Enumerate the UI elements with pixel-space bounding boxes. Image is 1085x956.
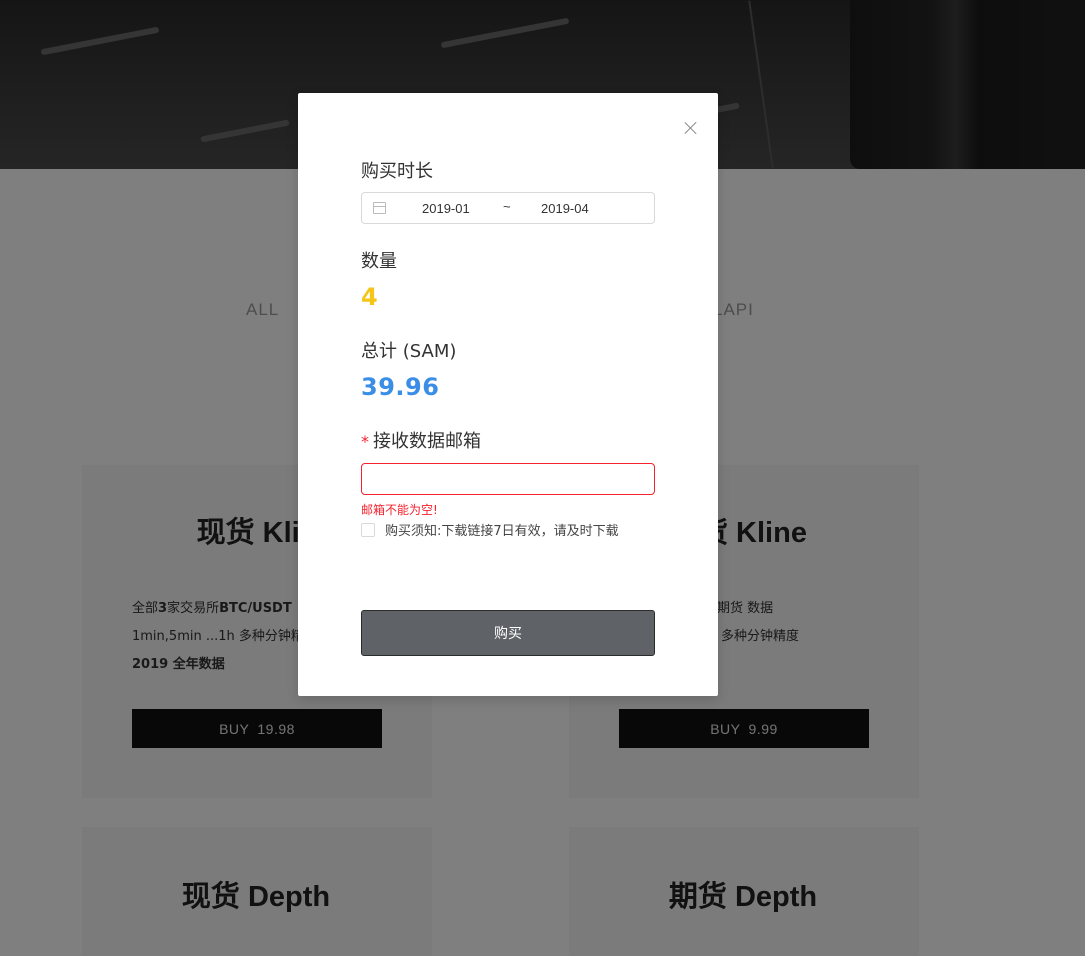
purchase-modal: 购买时长 2019-01 ~ 2019-04 数量 4 总计 (SAM) 39.… xyxy=(298,93,718,696)
agreement-checkbox[interactable]: 购买须知:下载链接7日有效，请及时下载 xyxy=(361,520,619,539)
email-label-text: 接收数据邮箱 xyxy=(373,431,481,452)
checkbox-box[interactable] xyxy=(361,522,375,537)
purchase-button[interactable]: 购买 xyxy=(361,610,655,656)
email-error: 邮箱不能为空! xyxy=(361,503,438,517)
page: ALL LAPI 现货 Klin 全部3家交易所BTC/USDT 1min,5m… xyxy=(0,0,1085,956)
agreement-text: 购买须知:下载链接7日有效，请及时下载 xyxy=(385,524,619,539)
quantity-value: 4 xyxy=(361,283,378,311)
range-end[interactable]: 2019-04 xyxy=(541,201,589,216)
total-value: 39.96 xyxy=(361,373,440,401)
total-label: 总计 (SAM) xyxy=(361,341,457,362)
quantity-label: 数量 xyxy=(361,251,397,272)
email-field[interactable] xyxy=(361,463,655,495)
calendar-icon xyxy=(373,202,386,214)
email-label: * 接收数据邮箱 xyxy=(361,427,481,453)
close-icon[interactable] xyxy=(684,121,698,135)
date-range-picker[interactable]: 2019-01 ~ 2019-04 xyxy=(361,192,655,224)
range-separator: ~ xyxy=(503,199,511,214)
range-start[interactable]: 2019-01 xyxy=(422,201,470,216)
required-mark: * xyxy=(361,432,369,451)
duration-label: 购买时长 xyxy=(361,161,433,182)
